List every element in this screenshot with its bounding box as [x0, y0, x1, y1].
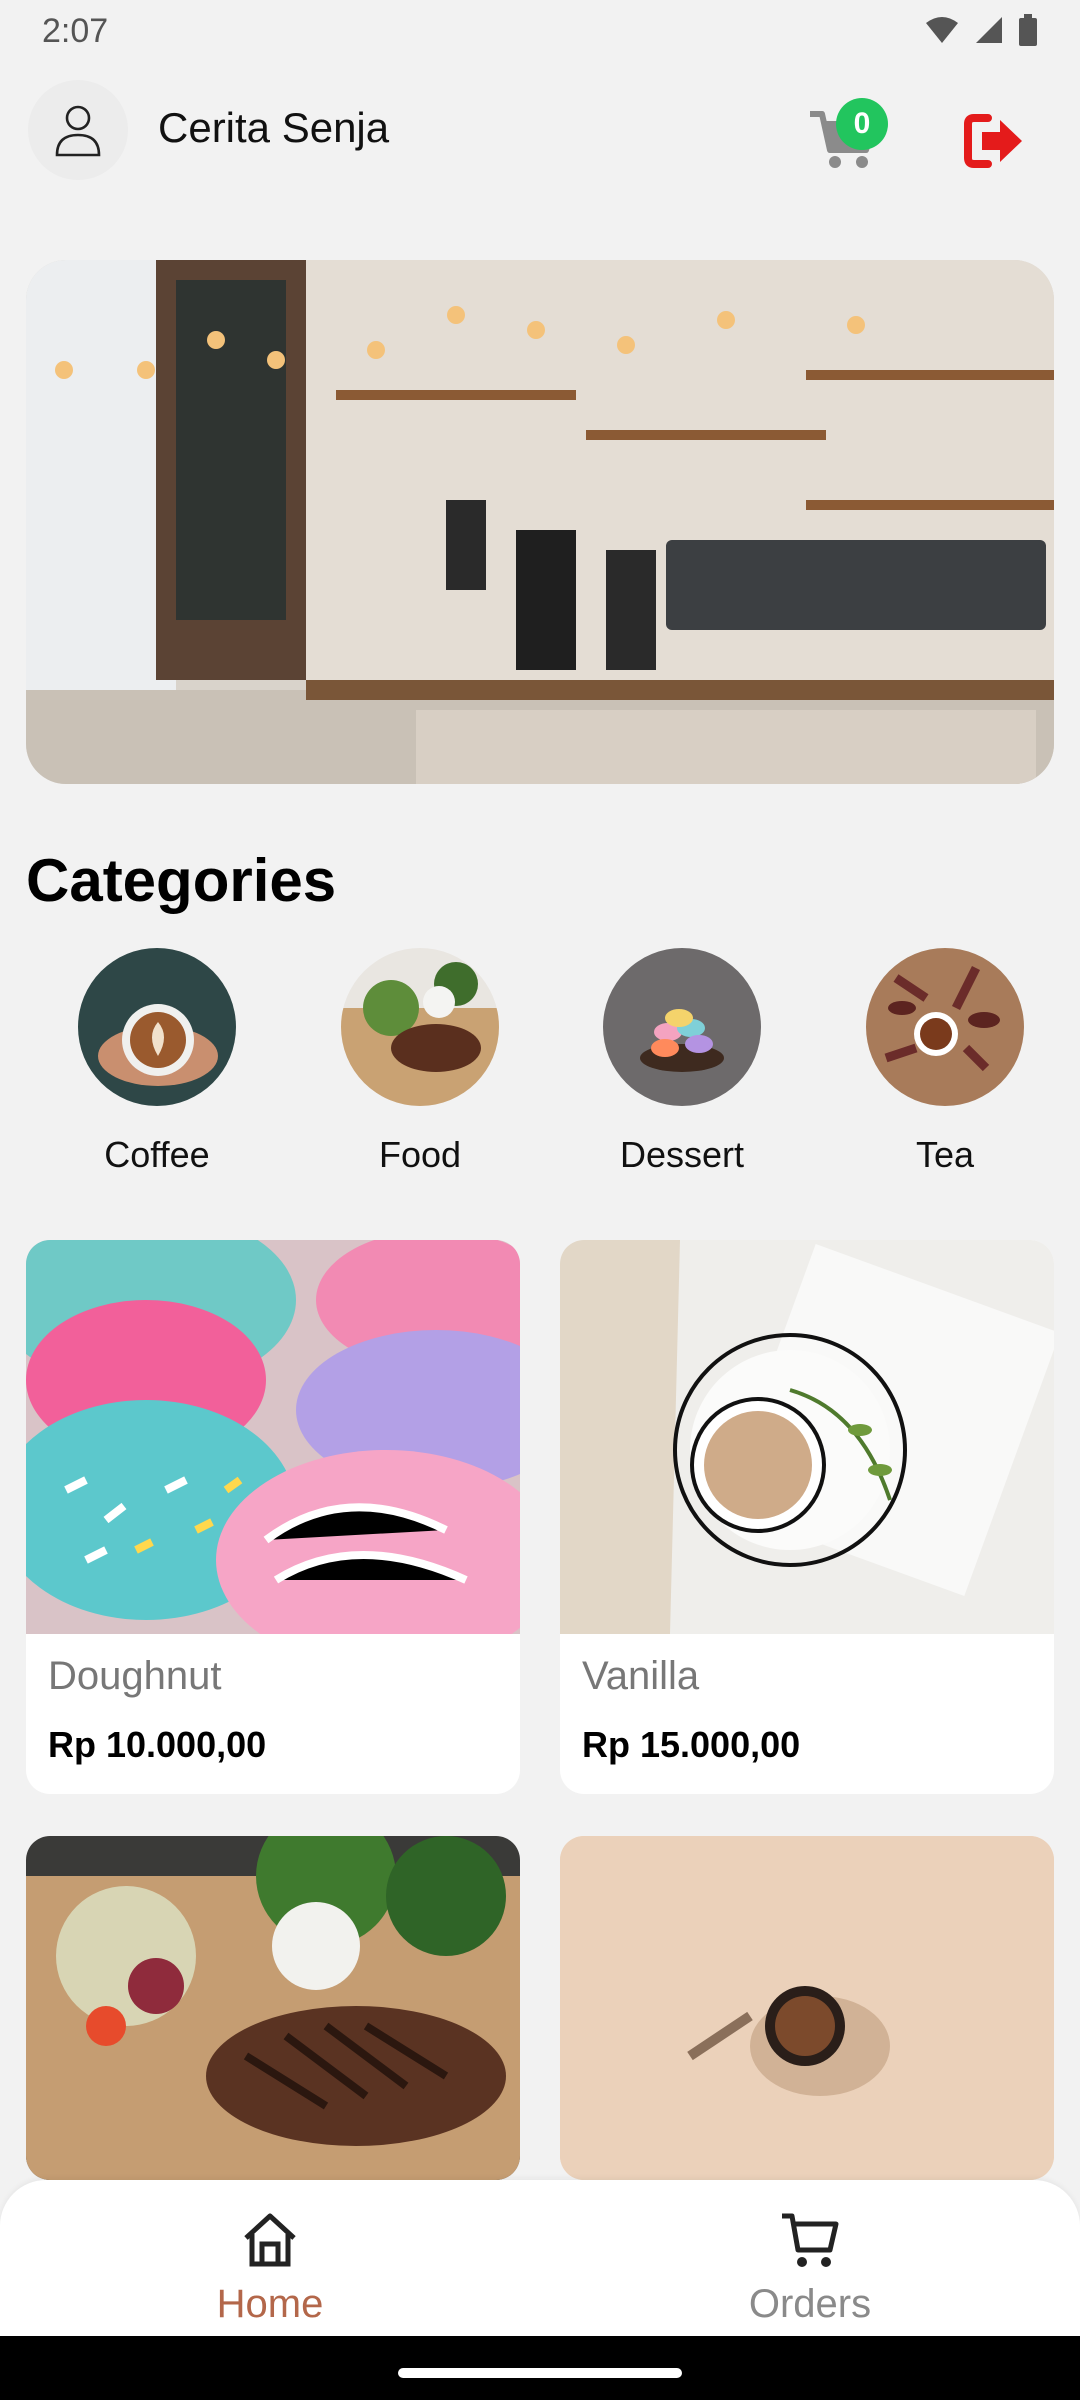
- category-food[interactable]: Food: [320, 948, 520, 1178]
- hero-banner: [26, 260, 1054, 784]
- status-icons: [924, 14, 1038, 46]
- category-tea[interactable]: Tea: [845, 948, 1045, 1178]
- steak-image: [26, 1836, 520, 2180]
- cart-icon: [782, 2213, 839, 2267]
- status-time: 2:07: [42, 12, 109, 50]
- coffee-cup-image: [560, 1836, 1054, 2180]
- cart-count-badge: 0: [836, 98, 888, 150]
- home-gesture-handle[interactable]: [398, 2368, 682, 2378]
- product-price: Rp 10.000,00: [48, 1724, 267, 1765]
- category-label: Dessert: [619, 1134, 745, 1175]
- app-header: Cerita Senja 0: [0, 64, 1080, 194]
- vanilla-image: [560, 1240, 1054, 1634]
- nav-home-label: Home: [216, 2282, 324, 2326]
- nav-orders-label: Orders: [748, 2282, 872, 2326]
- nav-home[interactable]: Home: [0, 2180, 540, 2336]
- battery-icon: [1019, 14, 1037, 46]
- logout-button[interactable]: [962, 112, 1026, 170]
- logout-icon: [964, 114, 1022, 168]
- product-card-coffee-cup[interactable]: [560, 1836, 1054, 2180]
- category-label: Coffee: [104, 1134, 210, 1175]
- category-list: Coffee Food Dessert Tea: [0, 948, 1080, 1178]
- product-card-doughnut[interactable]: Doughnut Rp 10.000,00: [26, 1240, 520, 1794]
- category-dessert[interactable]: Dessert: [582, 948, 782, 1178]
- cafe-interior-image: [26, 260, 1054, 784]
- user-icon: [55, 105, 101, 157]
- bottom-nav: Home Orders: [0, 2180, 1080, 2336]
- signal-icon: [976, 17, 1002, 43]
- product-card-steak[interactable]: [26, 1836, 520, 2180]
- coffee-image: [78, 948, 236, 1106]
- category-label: Tea: [915, 1134, 975, 1175]
- nav-orders[interactable]: Orders: [540, 2180, 1080, 2336]
- wifi-icon: [926, 17, 958, 43]
- status-bar: 2:07: [0, 0, 1080, 64]
- food-image: [341, 948, 499, 1106]
- product-price: Rp 15.000,00: [582, 1724, 801, 1765]
- dessert-image: [603, 948, 761, 1106]
- categories-title: Categories: [26, 847, 337, 914]
- product-name: Vanilla: [582, 1654, 700, 1698]
- avatar[interactable]: [28, 80, 128, 180]
- doughnut-image: [26, 1240, 520, 1670]
- product-card-vanilla[interactable]: Vanilla Rp 15.000,00: [560, 1240, 1054, 1794]
- system-gesture-bar: [0, 2336, 1080, 2400]
- tea-image: [866, 948, 1024, 1106]
- user-name: Cerita Senja: [158, 104, 390, 151]
- product-name: Doughnut: [48, 1654, 222, 1698]
- category-label: Food: [378, 1134, 462, 1175]
- category-coffee[interactable]: Coffee: [57, 948, 257, 1178]
- home-icon: [244, 2213, 296, 2267]
